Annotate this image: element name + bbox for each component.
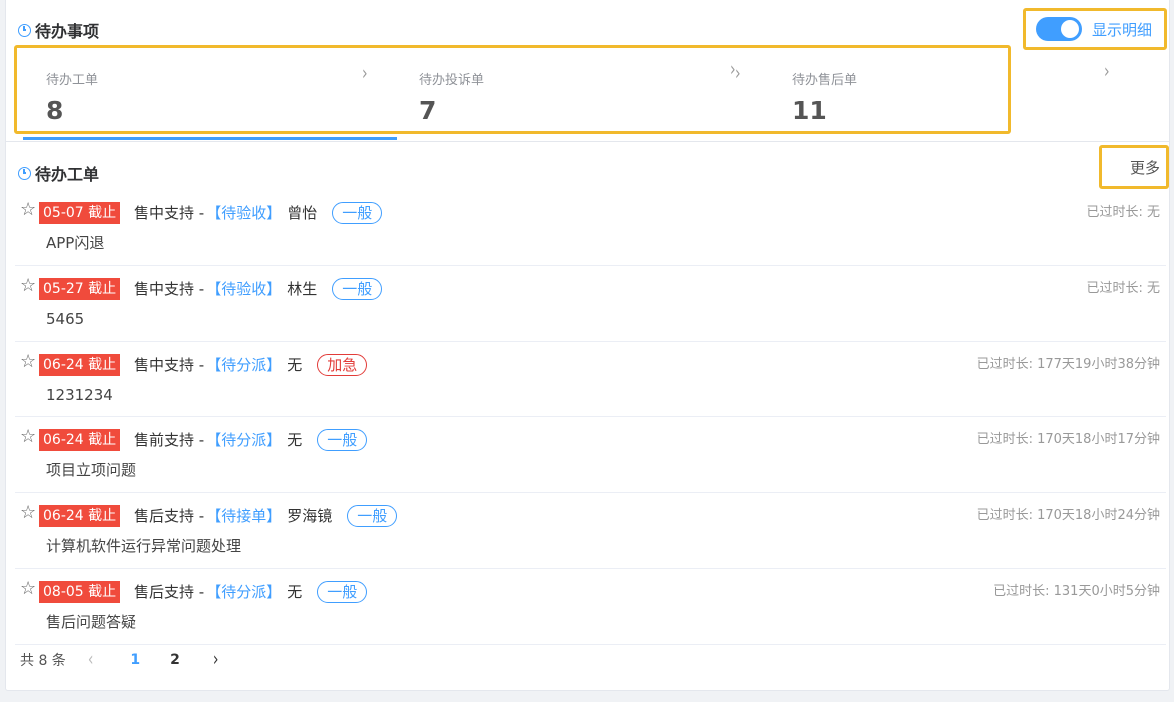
item-subject: 项目立项问题 — [46, 461, 137, 480]
priority-tag: 一般 — [332, 277, 383, 300]
support-type: 售后支持 - — [134, 582, 205, 601]
priority-tag: 加急 — [317, 353, 368, 376]
todo-title: 待办事项 — [35, 22, 100, 41]
chevron-right-icon: › — [362, 62, 368, 86]
clock-icon — [18, 23, 31, 37]
page-1[interactable]: 1 — [130, 652, 140, 668]
todo-header: 待办事项 — [18, 18, 99, 42]
item-summary: 售中支持 - 【待验收】 曾怡 一般 — [134, 202, 383, 224]
deadline-badge: 06-24 截止 — [39, 505, 121, 528]
deadline-badge: 05-27 截止 — [39, 277, 121, 300]
deadline-badge: 05-07 截止 — [39, 202, 121, 224]
show-detail-toggle[interactable]: 显示明细 — [1023, 8, 1167, 50]
stat-label: 待办工单 — [46, 73, 99, 88]
stat-pending-aftersales[interactable]: 待办售后单 11 — [763, 48, 1136, 131]
status-text: 【待接单】 — [206, 507, 282, 526]
item-subject: APP闪退 — [46, 234, 105, 252]
status-text: 【待验收】 — [206, 279, 282, 298]
item-subject: 售后问题答疑 — [46, 612, 137, 631]
assignee: 无 — [287, 582, 303, 601]
star-icon[interactable]: ☆ — [20, 275, 36, 296]
item-summary: 售中支持 - 【待分派】无加急 — [134, 353, 368, 376]
item-summary: 售前支持 - 【待分派】无一般 — [134, 429, 368, 452]
order-list: ☆ 05-07 截止 售中支持 - 【待验收】 曾怡 一般 APP闪退 已过时长: 无 ☆ 05-… — [15, 190, 1166, 645]
toggle-knob — [1061, 20, 1079, 38]
status-text: 【待分派】 — [206, 431, 282, 450]
clock-icon — [18, 166, 31, 180]
stat-label: 待办投诉单 — [419, 73, 485, 88]
item-summary: 售后支持 - 【待接单】 罗海镜 一般 — [134, 505, 398, 528]
list-item[interactable]: ☆ 05-27 截止 售中支持 - 【待验收】 林生 一般 5465 已过时长: 无 — [15, 266, 1166, 342]
support-type: 售后支持 - — [134, 507, 205, 526]
elapsed-time: 已过时长: 170天18小时17分钟 — [976, 432, 1160, 448]
chevron-right-icon: › — [735, 62, 741, 86]
priority-tag: 一般 — [347, 505, 398, 528]
list-item[interactable]: ☆ 06-24 截止 售后支持 - 【待接单】 罗海镜 一般计算机软件运行异常问题处理 已过… — [15, 493, 1166, 569]
stat-value: 8 — [46, 96, 64, 125]
elapsed-time: 已过时长: 170天18小时24分钟 — [976, 508, 1160, 524]
priority-tag: 一般 — [332, 202, 383, 224]
toggle-label: 显示明细 — [1092, 20, 1153, 39]
status-text: 【待验收】 — [206, 204, 282, 222]
star-icon[interactable]: ☆ — [20, 351, 36, 372]
support-type: 售中支持 - — [134, 279, 205, 298]
assignee: 罗海镜 — [287, 507, 333, 526]
next-page-icon[interactable]: › — [213, 649, 219, 671]
deadline-badge: 06-24 截止 — [39, 353, 121, 376]
toggle-switch[interactable] — [1036, 17, 1082, 41]
chevron-right-icon[interactable]: › — [730, 59, 736, 81]
assignee: 林生 — [287, 279, 318, 298]
status-text: 【待分派】 — [206, 355, 282, 374]
chevron-right-icon[interactable]: › — [1104, 61, 1110, 83]
status-text: 【待分派】 — [206, 582, 282, 601]
stat-value: 7 — [419, 96, 437, 125]
stat-pending-complaints[interactable]: 待办投诉单 7 › — [390, 48, 763, 131]
assignee: 无 — [287, 355, 303, 374]
item-summary: 售中支持 - 【待验收】 林生 一般 — [134, 277, 383, 300]
support-type: 售前支持 - — [134, 431, 205, 450]
star-icon[interactable]: ☆ — [20, 503, 36, 523]
orders-header: 待办工单 — [18, 161, 99, 185]
stat-label: 待办售后单 — [792, 73, 858, 88]
elapsed-time: 已过时长: 无 — [1086, 280, 1160, 296]
active-tab-indicator — [23, 137, 397, 140]
stat-pending-orders[interactable]: 待办工单 8 › — [17, 48, 390, 131]
priority-tag: 一般 — [317, 580, 368, 603]
priority-tag: 一般 — [317, 429, 368, 452]
pagination: 共 8 条 ‹ 1 2 › — [20, 649, 219, 671]
deadline-badge: 08-05 截止 — [39, 580, 121, 603]
divider — [6, 141, 1169, 142]
star-icon[interactable]: ☆ — [20, 200, 36, 220]
star-icon[interactable]: ☆ — [20, 427, 36, 447]
support-type: 售中支持 - — [134, 204, 205, 222]
support-type: 售中支持 - — [134, 355, 205, 374]
list-item[interactable]: ☆ 06-24 截止 售中支持 - 【待分派】无加急 1231234 已过时长: 177天… — [15, 342, 1166, 418]
orders-title: 待办工单 — [35, 165, 100, 184]
item-subject: 计算机软件运行异常问题处理 — [46, 537, 242, 556]
total-count: 共 8 条 — [20, 653, 66, 669]
prev-page-icon[interactable]: ‹ — [88, 649, 94, 671]
item-summary: 售后支持 - 【待分派】无一般 — [134, 580, 368, 603]
assignee: 曾怡 — [287, 204, 318, 222]
elapsed-time: 已过时长: 177天19小时38分钟 — [976, 356, 1160, 372]
deadline-badge: 06-24 截止 — [39, 429, 121, 452]
item-subject: 5465 — [46, 309, 85, 328]
todo-card: 待办事项 显示明细 待办工单 8 › 待办投诉单 7 › 待办售后单 11 › … — [5, 0, 1170, 691]
elapsed-time: 已过时长: 无 — [1086, 205, 1160, 220]
stat-value: 11 — [792, 96, 827, 125]
list-item[interactable]: ☆ 06-24 截止 售前支持 - 【待分派】无一般项目立项问题 已过时长: 170天1… — [15, 417, 1166, 494]
page-2[interactable]: 2 — [170, 652, 180, 668]
list-item[interactable]: ☆ 08-05 截止 售后支持 - 【待分派】无一般售后问题答疑 已过时长: 131天0… — [15, 569, 1166, 645]
star-icon[interactable]: ☆ — [20, 578, 36, 599]
elapsed-time: 已过时长: 131天0小时5分钟 — [993, 583, 1160, 599]
assignee: 无 — [287, 431, 303, 450]
stats-summary: 待办工单 8 › 待办投诉单 7 › 待办售后单 11 — [14, 45, 1011, 134]
item-subject: 1231234 — [46, 385, 113, 404]
more-button[interactable]: 更多 — [1099, 145, 1169, 189]
list-item[interactable]: ☆ 05-07 截止 售中支持 - 【待验收】 曾怡 一般 APP闪退 已过时长: 无 — [15, 190, 1166, 266]
